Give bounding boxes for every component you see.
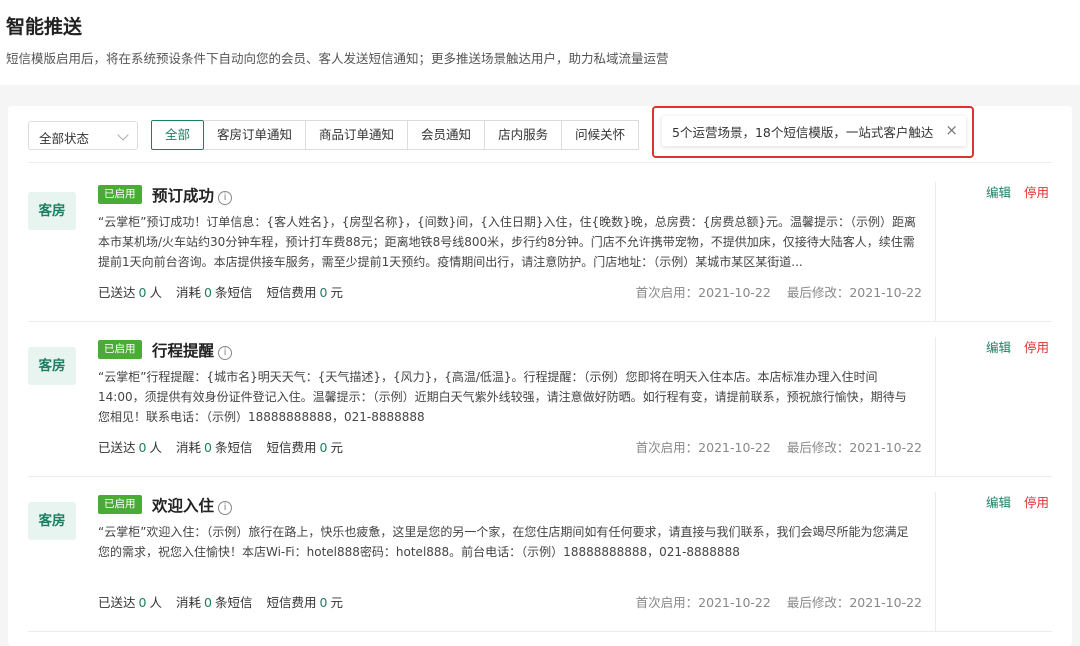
fee-amount: 0	[319, 595, 328, 610]
consume-unit: 条短信	[214, 440, 253, 455]
template-title-text: 欢迎入住	[152, 497, 215, 515]
first-enabled-date: 2021-10-22	[698, 440, 771, 455]
fee-amount: 0	[319, 440, 328, 455]
template-content: “云掌柜”欢迎入住：（示例）旅行在路上，快乐也疲惫，这里是您的另一个家，在您住店…	[98, 525, 909, 559]
template-card: 客房 已启用 欢迎入住 i “云掌柜”欢迎入住：（示例）旅行在路上，快乐也疲惫，这…	[28, 492, 1052, 632]
disable-button[interactable]: 停用	[1024, 182, 1049, 201]
fee-unit: 元	[330, 285, 343, 300]
category-badge: 客房	[28, 347, 76, 385]
fee-label: 短信费用	[266, 595, 317, 610]
info-icon[interactable]: i	[218, 346, 233, 360]
info-icon[interactable]: i	[218, 191, 233, 205]
template-stats: 已送达 0 人消耗 0 条短信 短信费用 0 元	[98, 282, 343, 301]
last-modified-date: 2021-10-22	[849, 440, 922, 455]
fee-unit: 元	[330, 440, 343, 455]
status-badge: 已启用	[98, 185, 142, 204]
divider	[28, 162, 1052, 163]
chevron-down-icon	[117, 129, 129, 141]
template-title-text: 预订成功	[152, 187, 215, 205]
page-header: 智能推送 短信模版启用后，将在系统预设条件下自动向您的会员、客人发送短信通知；更…	[0, 0, 1080, 85]
sent-count: 0	[138, 595, 147, 610]
consume-label: 消耗	[175, 595, 201, 610]
tip-text: 5个运营场景，18个短信模版，一站式客户触达	[672, 125, 934, 140]
fee-label: 短信费用	[266, 285, 317, 300]
consume-count: 0	[204, 285, 212, 300]
divider	[28, 631, 1052, 632]
sent-count: 0	[138, 285, 147, 300]
sent-label: 已送达	[98, 440, 136, 455]
template-content: “云掌柜”行程提醒：{城市名}明天天气：{天气描述}，{风力}，{高温/低温}。…	[98, 370, 907, 424]
sent-label: 已送达	[98, 595, 136, 610]
last-modified-date: 2021-10-22	[849, 285, 922, 300]
tab-member[interactable]: 会员通知	[408, 120, 486, 150]
fee-unit: 元	[330, 595, 343, 610]
template-dates: 首次启用：2021-10-22 最后修改：2021-10-22	[636, 282, 922, 301]
tab-greetings[interactable]: 问候关怀	[562, 120, 640, 150]
sent-count: 0	[138, 440, 147, 455]
divider	[28, 476, 1052, 477]
tip-highlight: 5个运营场景，18个短信模版，一站式客户触达 ×	[652, 106, 974, 158]
first-enabled-date: 2021-10-22	[698, 595, 771, 610]
tab-all[interactable]: 全部	[151, 120, 205, 150]
fee-amount: 0	[319, 285, 328, 300]
consume-count: 0	[204, 595, 212, 610]
category-badge: 客房	[28, 192, 76, 230]
disable-button[interactable]: 停用	[1024, 337, 1049, 356]
template-dates: 首次启用：2021-10-22 最后修改：2021-10-22	[636, 592, 922, 611]
template-stats: 已送达 0 人消耗 0 条短信 短信费用 0 元	[98, 592, 343, 611]
first-enabled-date: 2021-10-22	[698, 285, 771, 300]
sent-label: 已送达	[98, 285, 136, 300]
tab-goods-orders[interactable]: 商品订单通知	[306, 120, 409, 150]
edit-button[interactable]: 编辑	[986, 337, 1011, 356]
sent-unit: 人	[149, 285, 162, 300]
page-subtitle: 短信模版启用后，将在系统预设条件下自动向您的会员、客人发送短信通知；更多推送场景…	[6, 51, 669, 66]
status-select-value: 全部状态	[39, 131, 90, 146]
close-icon[interactable]: ×	[945, 121, 958, 139]
consume-label: 消耗	[175, 285, 201, 300]
template-content: “云掌柜”预订成功！订单信息：{客人姓名}，{房型名称}，{间数}间，{入住日期…	[98, 215, 917, 269]
template-card: 客房 已启用 行程提醒 i “云掌柜”行程提醒：{城市名}明天天气：{天气描述}，…	[28, 337, 1052, 477]
first-enabled-label: 首次启用：	[635, 440, 699, 455]
first-enabled-label: 首次启用：	[635, 595, 699, 610]
sent-unit: 人	[149, 595, 162, 610]
consume-label: 消耗	[175, 440, 201, 455]
page-title: 智能推送	[6, 16, 83, 38]
category-tabs: 全部 客房订单通知 商品订单通知 会员通知 店内服务 问候关怀	[151, 120, 640, 150]
tip-popover: 5个运营场景，18个短信模版，一站式客户触达 ×	[662, 116, 966, 146]
template-title: 预订成功 i	[152, 184, 233, 206]
template-title-text: 行程提醒	[152, 342, 215, 360]
fee-label: 短信费用	[266, 440, 317, 455]
edit-button[interactable]: 编辑	[986, 492, 1011, 511]
status-select[interactable]: 全部状态	[28, 121, 138, 150]
tab-in-store[interactable]: 店内服务	[485, 120, 563, 150]
disable-button[interactable]: 停用	[1024, 492, 1049, 511]
consume-count: 0	[204, 440, 212, 455]
template-panel: 全部状态 全部 客房订单通知 商品订单通知 会员通知 店内服务 问候关怀 5个运…	[8, 106, 1072, 646]
template-title: 行程提醒 i	[152, 339, 233, 361]
edit-button[interactable]: 编辑	[986, 182, 1011, 201]
last-modified-label: 最后修改：	[786, 440, 850, 455]
last-modified-label: 最后修改：	[786, 595, 850, 610]
consume-unit: 条短信	[214, 285, 253, 300]
last-modified-date: 2021-10-22	[849, 595, 922, 610]
template-stats: 已送达 0 人消耗 0 条短信 短信费用 0 元	[98, 437, 343, 456]
status-badge: 已启用	[98, 495, 142, 514]
first-enabled-label: 首次启用：	[635, 285, 699, 300]
status-badge: 已启用	[98, 340, 142, 359]
consume-unit: 条短信	[214, 595, 253, 610]
tab-room-orders[interactable]: 客房订单通知	[204, 120, 307, 150]
info-icon[interactable]: i	[218, 501, 233, 515]
category-badge: 客房	[28, 502, 76, 540]
template-title: 欢迎入住 i	[152, 494, 233, 516]
divider	[28, 321, 1052, 322]
template-card: 客房 已启用 预订成功 i “云掌柜”预订成功！订单信息：{客人姓名}，{房型名称…	[28, 182, 1052, 322]
sent-unit: 人	[149, 440, 162, 455]
template-dates: 首次启用：2021-10-22 最后修改：2021-10-22	[636, 437, 922, 456]
last-modified-label: 最后修改：	[786, 285, 850, 300]
